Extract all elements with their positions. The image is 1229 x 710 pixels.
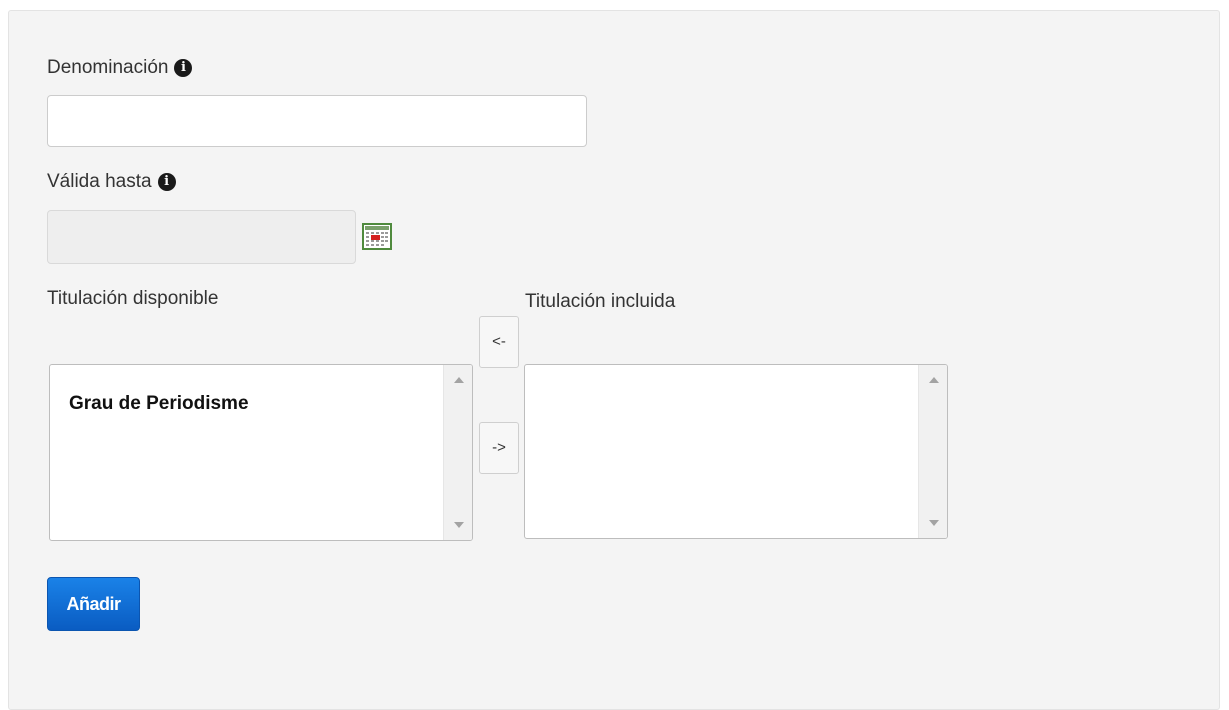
info-icon[interactable]: i (157, 173, 176, 191)
titulacion-disponible-label-text: Titulación disponible (47, 288, 219, 309)
list-item[interactable]: Grau de Periodisme (69, 393, 249, 415)
scroll-up-icon[interactable] (929, 377, 939, 383)
anadir-button[interactable]: Añadir (47, 577, 140, 631)
valida-hasta-label-text: Válida hasta (47, 171, 152, 192)
info-icon[interactable]: i (174, 59, 193, 77)
scrollbar[interactable] (443, 365, 472, 540)
move-left-button[interactable]: <- (479, 316, 519, 368)
denominacion-input[interactable] (47, 95, 587, 147)
denominacion-label-text: Denominación (47, 57, 169, 78)
calendar-icon[interactable] (362, 223, 392, 250)
valida-hasta-label: Válida hasta i (47, 171, 176, 193)
titulacion-incluida-label-text: Titulación incluida (525, 291, 676, 312)
titulacion-disponible-label: Titulación disponible (47, 288, 218, 310)
scrollbar[interactable] (918, 365, 947, 538)
titulacion-incluida-label: Titulación incluida (525, 291, 675, 313)
denominacion-label: Denominación i (47, 57, 193, 79)
scroll-down-icon[interactable] (454, 522, 464, 528)
move-right-button[interactable]: -> (479, 422, 519, 474)
titulacion-incluida-listbox[interactable] (524, 364, 948, 539)
titulacion-disponible-listbox[interactable]: Grau de Periodisme (49, 364, 473, 541)
scroll-up-icon[interactable] (454, 377, 464, 383)
valida-hasta-input[interactable] (47, 210, 356, 264)
scroll-down-icon[interactable] (929, 520, 939, 526)
